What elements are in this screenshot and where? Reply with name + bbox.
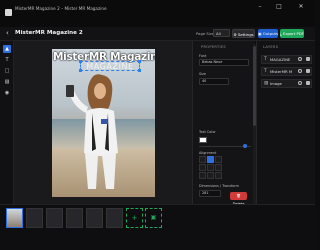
page-filmstrip: + ▣ bbox=[0, 204, 315, 250]
page-thumbnail[interactable] bbox=[26, 208, 43, 228]
layers-panel: LAYERS T MAGAZINE T MisterMR M ▨ Image bbox=[256, 41, 315, 204]
page-thumbnail[interactable] bbox=[106, 208, 123, 228]
shape-icon[interactable]: □ bbox=[3, 67, 11, 75]
selection-box[interactable] bbox=[79, 60, 141, 72]
layer-item[interactable]: T MisterMR M bbox=[261, 67, 312, 76]
size-input[interactable]: 40 bbox=[199, 78, 229, 85]
outputs-button[interactable]: ▣ Outputs bbox=[258, 29, 278, 38]
page-thumbnail[interactable] bbox=[66, 208, 83, 228]
text-color-swatch[interactable] bbox=[199, 137, 207, 143]
export-pdf-button[interactable]: ⤓ Export PDF bbox=[280, 29, 304, 38]
properties-heading: PROPERTIES bbox=[201, 45, 226, 49]
close-window-button[interactable]: ✕ bbox=[292, 2, 310, 11]
layer-name: MAGAZINE bbox=[270, 57, 291, 62]
window-title: MisterMR Magazine 2 – Mister MR Magazine bbox=[15, 6, 107, 11]
layout-add-icon[interactable]: ▣ bbox=[145, 208, 162, 228]
page-thumbnail[interactable] bbox=[46, 208, 63, 228]
plus-icon[interactable]: + bbox=[126, 208, 143, 228]
image-icon[interactable]: ▨ bbox=[3, 78, 11, 86]
text-icon[interactable]: T bbox=[3, 56, 11, 64]
layers-heading: LAYERS bbox=[263, 45, 279, 49]
page-thumbnail[interactable] bbox=[86, 208, 103, 228]
eye-icon[interactable] bbox=[298, 69, 302, 73]
effects-icon[interactable]: ◉ bbox=[3, 89, 11, 97]
resize-handle[interactable] bbox=[79, 60, 82, 63]
page-thumbnail[interactable] bbox=[6, 208, 23, 228]
layer-name: Image bbox=[270, 81, 282, 86]
align-bottom-center[interactable] bbox=[207, 172, 214, 179]
app-icon bbox=[5, 9, 12, 16]
size-label: Size bbox=[199, 72, 206, 76]
chevron-left-icon[interactable]: ‹ bbox=[6, 29, 9, 37]
align-bottom-right[interactable] bbox=[215, 172, 222, 179]
alignment-grid bbox=[199, 156, 223, 180]
lock-icon[interactable] bbox=[306, 57, 310, 61]
dimensions-label: Dimensions / Transform bbox=[199, 184, 239, 188]
app-header: ‹ MisterMR Magazine 2 Page Size All ⚙ Se… bbox=[0, 27, 315, 41]
resize-handle[interactable] bbox=[138, 60, 141, 63]
font-label: Font bbox=[199, 54, 207, 58]
layer-item[interactable]: T MAGAZINE bbox=[261, 55, 312, 64]
tool-sidebar: ▲ T □ ▨ ◉ bbox=[0, 41, 14, 204]
page-size-label: Page Size bbox=[196, 31, 215, 36]
pointer-icon[interactable]: ▲ bbox=[3, 45, 11, 53]
slider-knob[interactable] bbox=[243, 144, 247, 148]
align-bottom-left[interactable] bbox=[199, 172, 206, 179]
eye-icon[interactable] bbox=[298, 81, 302, 85]
layer-item[interactable]: ▨ Image bbox=[261, 79, 312, 88]
font-select[interactable]: Bebas Neue bbox=[199, 59, 249, 66]
align-top-right[interactable] bbox=[215, 156, 222, 163]
project-title: MisterMR Magazine 2 bbox=[15, 30, 83, 36]
lock-icon[interactable] bbox=[306, 81, 310, 85]
delete-button[interactable]: 🗑 Delete bbox=[230, 192, 247, 206]
width-input[interactable]: 281 bbox=[199, 190, 221, 197]
align-top-left[interactable] bbox=[199, 156, 206, 163]
layer-name: MisterMR M bbox=[270, 69, 293, 74]
align-middle-left[interactable] bbox=[199, 164, 206, 171]
resize-handle[interactable] bbox=[138, 69, 141, 72]
text-color-label: Text Color bbox=[199, 130, 216, 134]
properties-panel: PROPERTIES Font Bebas Neue Size 40 Text … bbox=[192, 41, 255, 206]
align-top-center[interactable] bbox=[207, 156, 214, 163]
text-layer-icon: T bbox=[264, 69, 267, 74]
resize-handle[interactable] bbox=[79, 69, 82, 72]
minimize-button[interactable]: – bbox=[251, 2, 269, 11]
opacity-slider[interactable] bbox=[199, 144, 251, 148]
lock-icon[interactable] bbox=[306, 69, 310, 73]
window-titlebar: MisterMR Magazine 2 – Mister MR Magazine… bbox=[0, 0, 315, 27]
align-middle-center[interactable] bbox=[207, 164, 214, 171]
canvas-area[interactable]: MisterMR Magazine MAGAZINE bbox=[14, 41, 192, 204]
align-middle-right[interactable] bbox=[215, 164, 222, 171]
magazine-page[interactable]: MisterMR Magazine MAGAZINE bbox=[52, 49, 155, 197]
maximize-button[interactable]: □ bbox=[270, 2, 288, 11]
text-layer-icon: T bbox=[264, 57, 267, 62]
settings-button[interactable]: ⚙ Settings bbox=[232, 29, 255, 38]
page-size-select[interactable]: All bbox=[213, 29, 230, 37]
alignment-label: Alignment bbox=[199, 151, 217, 155]
eye-icon[interactable] bbox=[298, 57, 302, 61]
image-layer-icon: ▨ bbox=[264, 81, 269, 86]
